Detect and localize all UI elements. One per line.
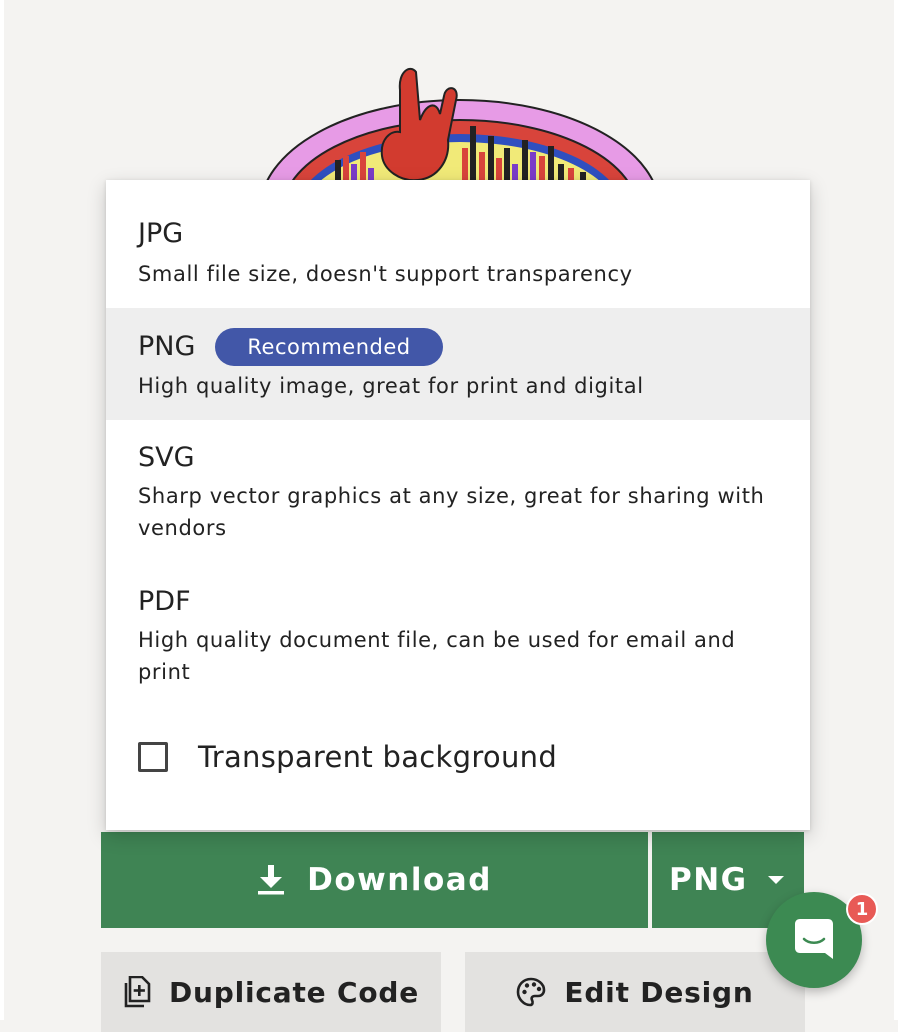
edit-design-button[interactable]: Edit Design (465, 952, 805, 1032)
option-description: High quality document file, can be used … (138, 628, 736, 684)
recommended-badge: Recommended (215, 328, 443, 366)
duplicate-code-button[interactable]: Duplicate Code (101, 952, 441, 1032)
option-title: JPG (138, 218, 184, 249)
design-artwork (259, 67, 661, 200)
caret-down-icon (768, 876, 784, 884)
format-option-pdf[interactable]: PDF High quality document file, can be u… (106, 564, 810, 708)
option-title: PDF (138, 586, 191, 617)
option-title: PNG (138, 331, 196, 362)
format-option-png[interactable]: PNG Recommended High quality image, grea… (106, 308, 810, 420)
palette-icon (516, 977, 546, 1007)
page-edge-right (894, 0, 898, 1020)
option-description: High quality image, great for print and … (138, 374, 644, 398)
format-option-svg[interactable]: SVG Sharp vector graphics at any size, g… (106, 420, 810, 564)
option-description: Sharp vector graphics at any size, great… (138, 484, 765, 540)
download-label: Download (307, 862, 492, 898)
format-option-jpg[interactable]: JPG Small file size, doesn't support tra… (106, 180, 810, 308)
format-select-value: PNG (669, 862, 748, 898)
page-edge-left (0, 0, 4, 1020)
transparent-background-toggle[interactable]: Transparent background (138, 740, 557, 774)
transparent-background-label: Transparent background (198, 740, 558, 774)
chat-unread-badge: 1 (846, 893, 878, 925)
download-icon (257, 865, 285, 895)
edit-design-label: Edit Design (564, 975, 754, 1009)
chat-icon (791, 915, 837, 965)
transparent-background-checkbox[interactable] (138, 742, 168, 772)
duplicate-icon (123, 976, 151, 1008)
duplicate-code-label: Duplicate Code (168, 975, 420, 1009)
format-dropdown-menu: JPG Small file size, doesn't support tra… (106, 180, 810, 830)
option-description: Small file size, doesn't support transpa… (138, 262, 633, 286)
download-button[interactable]: Download (101, 832, 648, 928)
option-title: SVG (138, 442, 195, 473)
option-title-row: PNG Recommended (138, 328, 810, 366)
